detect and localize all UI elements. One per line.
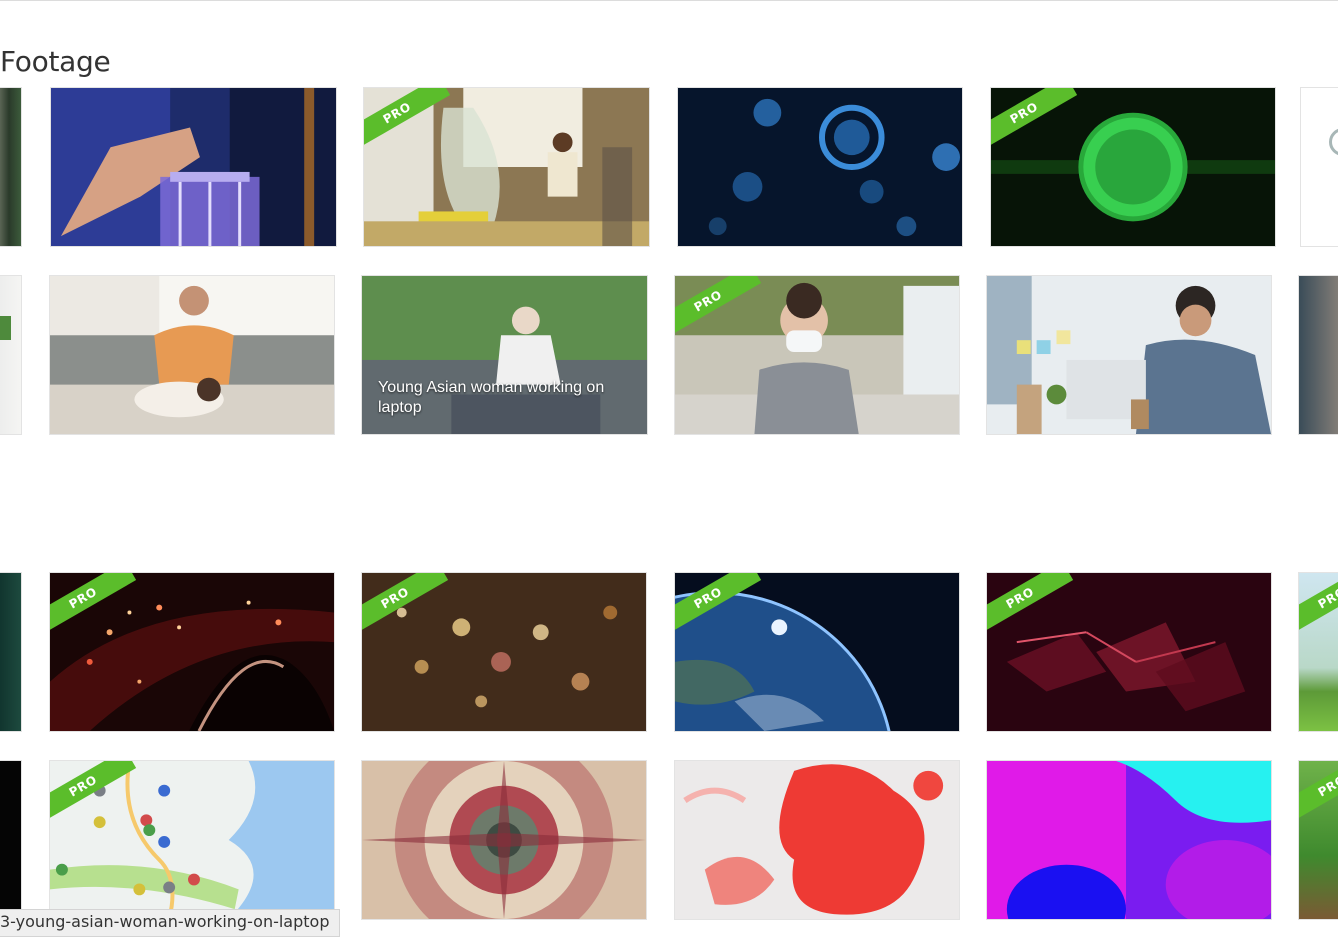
couple-couch-image — [50, 276, 334, 434]
thumb-landscape-right[interactable]: PRO — [1298, 572, 1338, 732]
man-office-image — [987, 276, 1271, 434]
thumb-map-pins[interactable]: PRO — [49, 760, 335, 920]
thumb-bokeh-gold[interactable]: PRO — [361, 572, 647, 732]
thumb-particles-red[interactable]: PRO — [49, 572, 335, 732]
gradient-blobs-image — [987, 761, 1271, 919]
thumbnail-caption: Young Asian woman working on laptop — [378, 379, 605, 416]
thumb-black-left[interactable] — [0, 760, 22, 920]
thumb-plexus-red[interactable]: PRO — [986, 572, 1272, 732]
thumb-mask-woman[interactable]: PRO — [674, 275, 960, 435]
thumb-virus-blue[interactable] — [677, 87, 963, 247]
thumb-woman-laptop[interactable]: Young Asian woman working on laptop — [361, 275, 648, 435]
red-ink-image — [675, 761, 959, 919]
thumb-red-ink[interactable] — [674, 760, 960, 920]
thumb-plant-left[interactable] — [0, 275, 22, 435]
thumb-lab-left[interactable] — [0, 87, 22, 247]
thumb-man-office[interactable] — [986, 275, 1272, 435]
kaleidoscope-image — [362, 761, 646, 919]
section-title: Footage — [0, 44, 111, 78]
thumb-white-right[interactable] — [1300, 87, 1338, 247]
status-bar-url: 3-young-asian-woman-working-on-laptop — [0, 909, 341, 937]
thumb-cartoon-right[interactable]: PRO — [1298, 760, 1338, 920]
thumb-gradient-blobs[interactable] — [986, 760, 1272, 920]
thumb-lab-room[interactable]: PRO — [363, 87, 650, 247]
top-divider — [0, 0, 1338, 1]
thumb-green-left[interactable] — [0, 572, 22, 732]
lab-glass-image — [51, 88, 336, 246]
thumb-kaleidoscope[interactable] — [361, 760, 647, 920]
thumb-earth[interactable]: PRO — [674, 572, 960, 732]
thumb-lab-glass[interactable] — [50, 87, 337, 247]
plant-shape — [0, 316, 11, 340]
thumb-virus-green[interactable]: PRO — [990, 87, 1276, 247]
thumb-right-partial-2[interactable] — [1298, 275, 1338, 435]
thumb-couple-couch[interactable] — [49, 275, 335, 435]
virus-blue-image — [678, 88, 962, 246]
